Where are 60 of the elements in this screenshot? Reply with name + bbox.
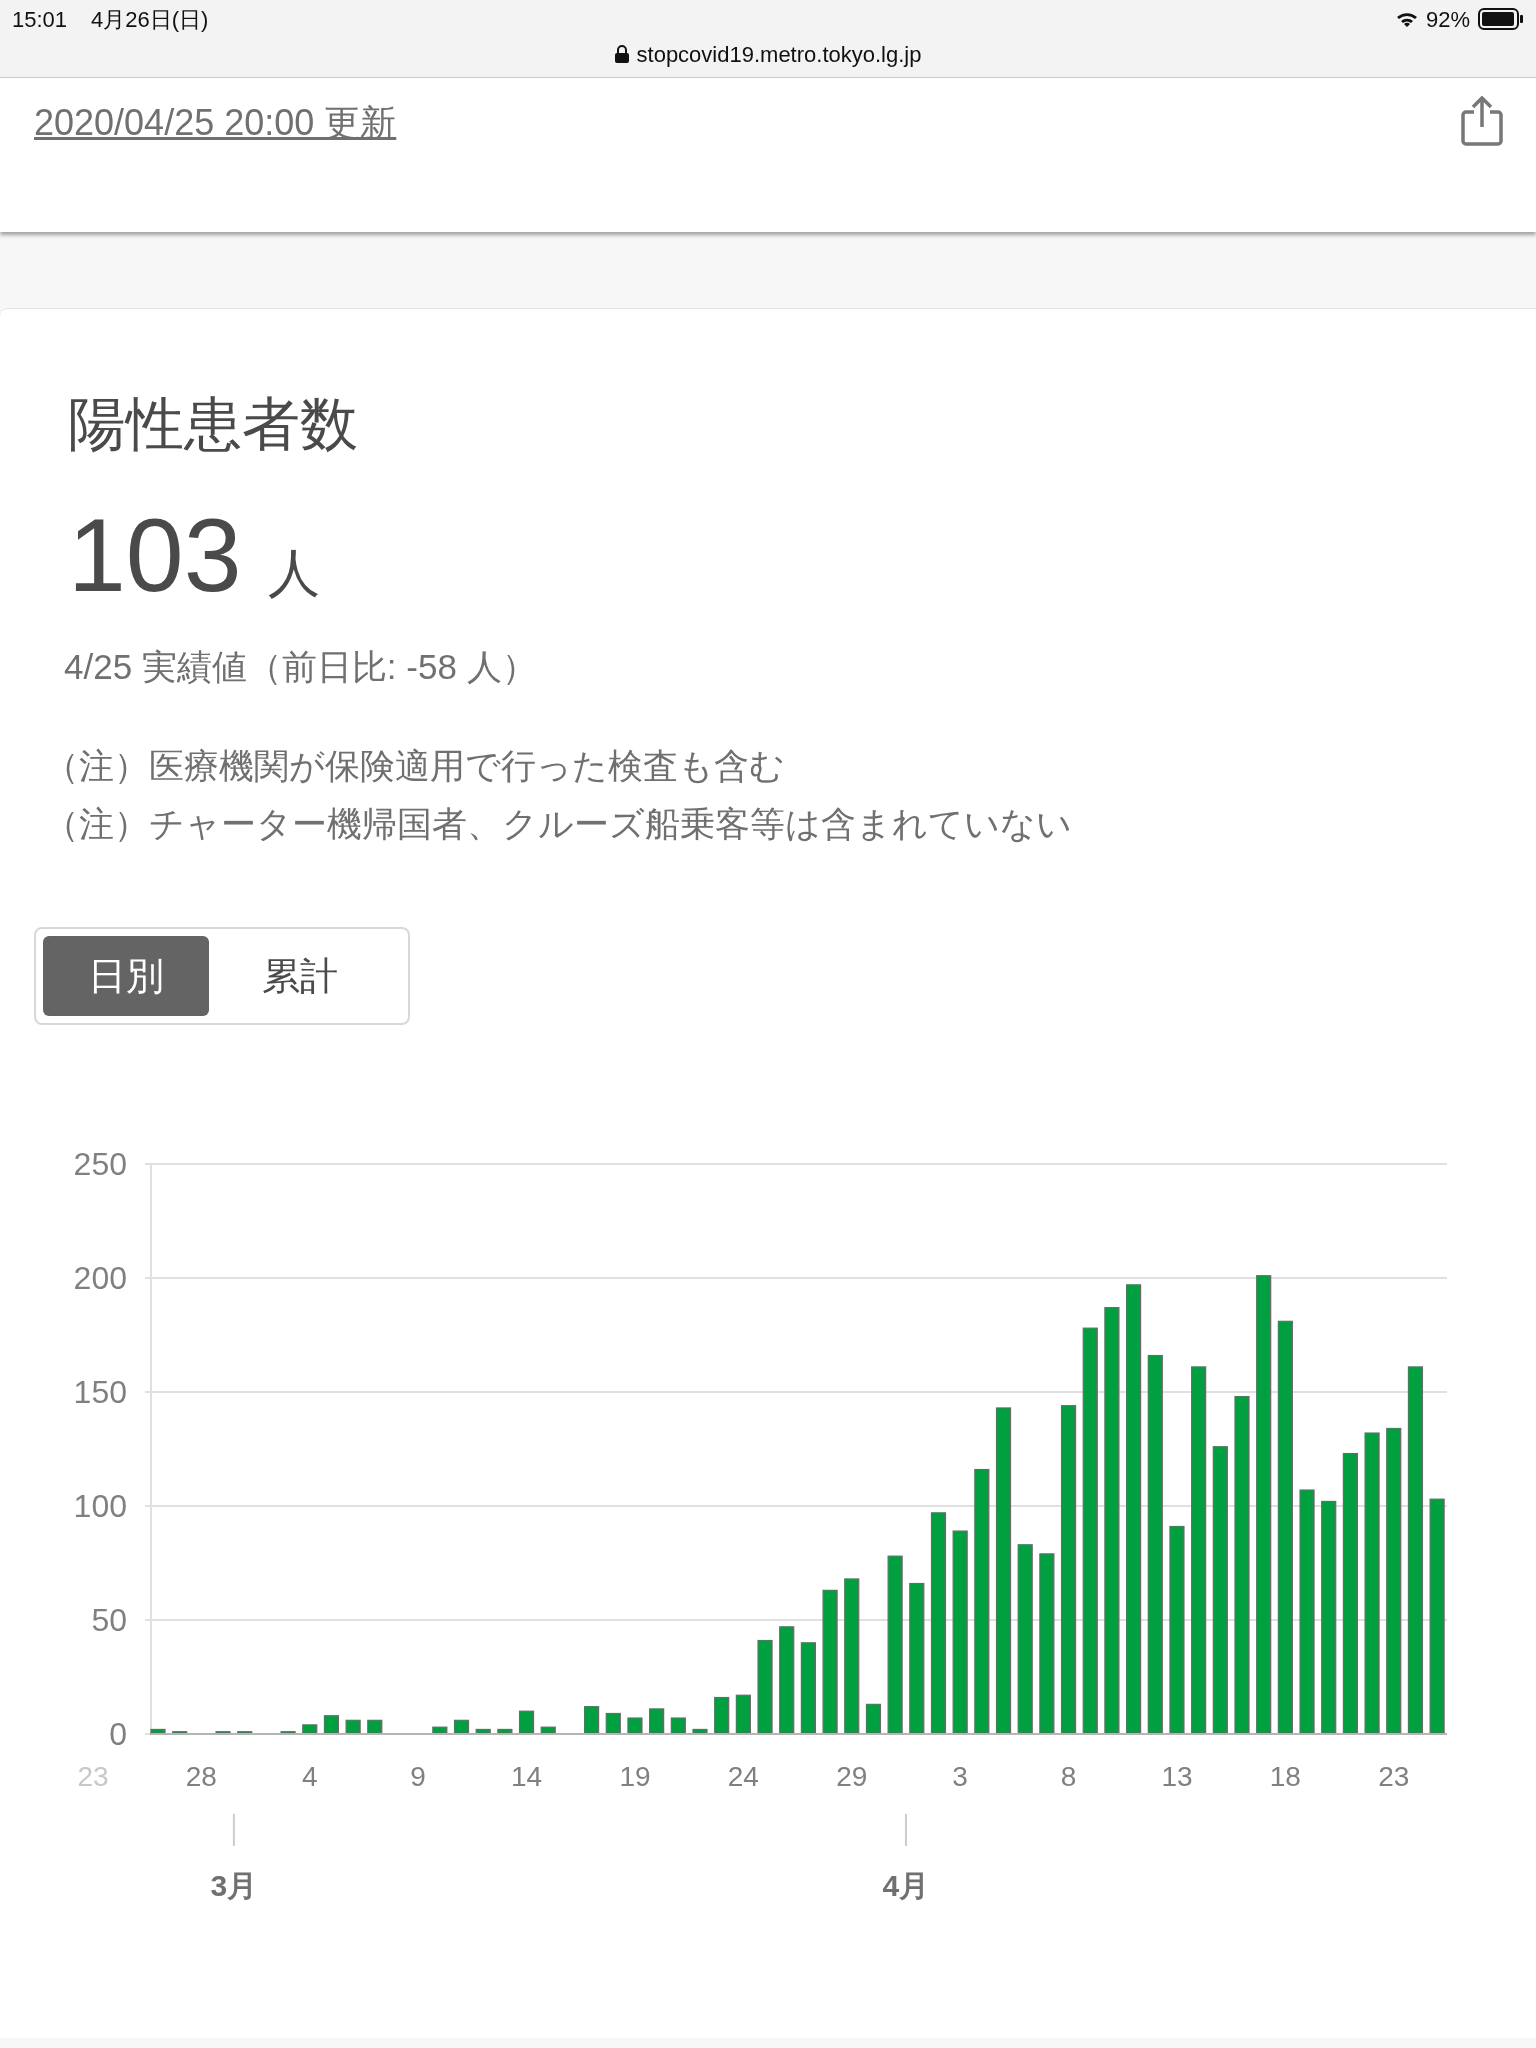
lock-icon <box>614 45 629 63</box>
bar <box>627 1717 643 1735</box>
update-time-link[interactable]: 2020/04/25 20:00 更新 <box>34 96 397 150</box>
bar <box>432 1726 448 1735</box>
y-axis-label: 200 <box>73 1260 127 1297</box>
bar <box>323 1715 340 1735</box>
date-text: 4月26日(日) <box>91 5 209 34</box>
x-axis-label: 9 <box>410 1761 426 1793</box>
note-text: （注）チャーター機帰国者、クルーズ船乗客等は含まれていない <box>43 803 1073 846</box>
x-axis-label: 24 <box>727 1761 759 1793</box>
x-axis-label: 18 <box>1269 1761 1301 1793</box>
x-axis-label: 13 <box>1161 1761 1193 1793</box>
x-axis-label: 3 <box>952 1761 968 1793</box>
bar <box>518 1710 535 1735</box>
x-axis-label: 28 <box>185 1761 217 1793</box>
view-tab[interactable]: 日別 <box>43 936 209 1017</box>
x-axis-label: 29 <box>836 1761 868 1793</box>
share-icon[interactable] <box>1460 96 1504 146</box>
url-text[interactable]: stopcovid19.metro.tokyo.lg.jp <box>636 37 922 71</box>
bar <box>605 1712 621 1735</box>
x-axis-label: 14 <box>511 1761 543 1793</box>
battery-icon <box>1478 8 1524 30</box>
card-title: 陽性患者数 <box>67 390 359 458</box>
clock-time: 15:01 <box>12 5 68 34</box>
y-axis-label: 50 <box>91 1602 127 1639</box>
bar <box>584 1706 600 1735</box>
bar <box>649 1708 665 1735</box>
bar <box>692 1728 708 1735</box>
battery-percent: 92% <box>1425 5 1470 34</box>
note-text: （注）医療機関が保険適用で行った検査も含む <box>43 745 786 788</box>
month-label: 3月 <box>210 1869 258 1903</box>
bar <box>453 1719 470 1735</box>
bar <box>367 1719 383 1735</box>
bar <box>497 1728 513 1735</box>
x-axis-label: 8 <box>1060 1761 1077 1793</box>
bar <box>714 1697 730 1735</box>
bar <box>670 1717 686 1735</box>
bar <box>302 1724 318 1735</box>
x-axis-label: 19 <box>619 1761 651 1793</box>
bar <box>865 1703 882 1735</box>
bar <box>280 1731 296 1735</box>
bar <box>345 1719 361 1735</box>
y-axis-label: 250 <box>73 1146 127 1183</box>
x-axis-label: 4 <box>301 1761 318 1793</box>
bar <box>150 1728 166 1735</box>
y-axis-label: 0 <box>109 1716 127 1753</box>
y-axis-label: 150 <box>73 1374 127 1411</box>
y-axis-label: 100 <box>73 1488 127 1525</box>
month-label: 4月 <box>882 1869 930 1903</box>
unit-label: 人 <box>267 543 320 602</box>
count-value: 103 <box>68 496 242 613</box>
bar <box>735 1694 751 1735</box>
bar <box>475 1728 491 1735</box>
bar <box>172 1731 188 1735</box>
x-axis-label: 23 <box>1378 1761 1410 1793</box>
bar <box>540 1726 556 1735</box>
bar <box>237 1731 253 1735</box>
bar <box>215 1731 231 1735</box>
subtitle-text: 4/25 実績値（前日比: -58 人） <box>63 645 538 688</box>
wifi-icon <box>1395 11 1418 27</box>
